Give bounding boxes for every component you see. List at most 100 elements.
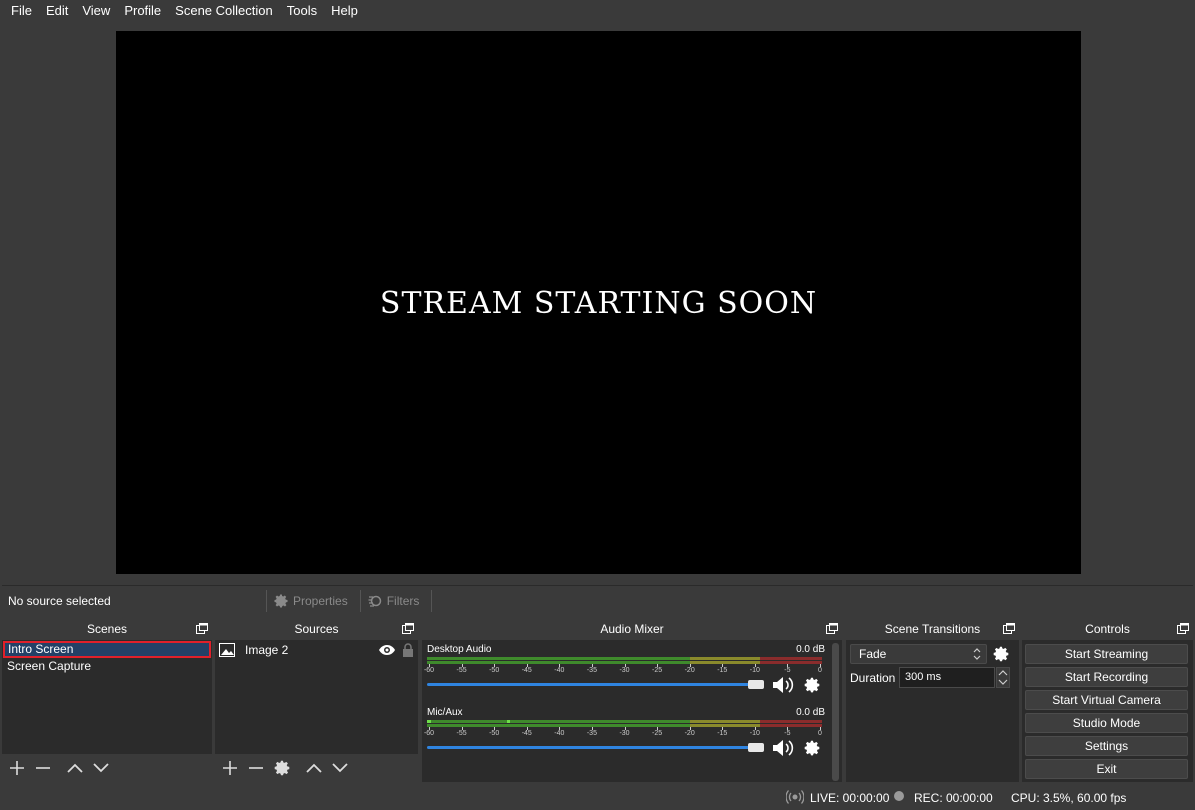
meter-tick <box>526 727 528 730</box>
meter-tick-label: -50 <box>489 730 500 737</box>
add-scene-button[interactable] <box>6 757 28 779</box>
scene-transitions-body: Fade Duration 300 ms <box>846 640 1019 782</box>
scenes-dock: Scenes Intro Screen Screen Capture <box>2 618 212 782</box>
properties-button[interactable]: Properties <box>273 593 348 609</box>
menu-scene-collection[interactable]: Scene Collection <box>168 0 280 22</box>
settings-button[interactable]: Settings <box>1025 736 1188 756</box>
meter-tick-label: 0 <box>818 730 822 737</box>
start-recording-button[interactable]: Start Recording <box>1025 667 1188 687</box>
image-icon <box>219 643 235 657</box>
speaker-icon[interactable] <box>771 738 795 758</box>
meter-tick-label: -45 <box>521 667 532 674</box>
meter-tick <box>624 727 626 730</box>
gear-icon[interactable] <box>803 739 821 757</box>
menu-edit[interactable]: Edit <box>39 0 75 22</box>
move-scene-up-button[interactable] <box>64 757 86 779</box>
move-source-up-button[interactable] <box>303 757 325 779</box>
meter-tick <box>494 664 496 667</box>
undock-icon[interactable] <box>402 623 414 634</box>
meter-scale: -60 -55 -50 -45 -40 -35 -30 -25 -20 -15 -10 -5 0 <box>424 727 822 739</box>
meter-tick <box>494 727 496 730</box>
preview-canvas[interactable]: STREAM STARTING SOON <box>116 31 1081 574</box>
undock-icon[interactable] <box>1003 623 1015 634</box>
transition-select[interactable]: Fade <box>850 644 987 664</box>
meter-tick-label: -45 <box>521 730 532 737</box>
divider <box>359 589 361 612</box>
plus-icon <box>223 761 237 775</box>
meter-tick <box>429 664 430 667</box>
chevron-up-icon <box>67 763 83 773</box>
start-virtual-camera-button[interactable]: Start Virtual Camera <box>1025 690 1188 710</box>
volume-fader-track[interactable] <box>427 683 757 686</box>
gear-icon[interactable] <box>803 676 821 694</box>
remove-scene-button[interactable] <box>32 757 54 779</box>
scene-transitions-dock: Scene Transitions Fade Duration 300 ms <box>846 618 1019 782</box>
audio-mixer-title: Audio Mixer <box>600 622 664 636</box>
lock-icon[interactable] <box>402 643 414 657</box>
meter-tick <box>689 664 691 667</box>
volume-meter <box>427 720 822 723</box>
undock-icon[interactable] <box>826 623 838 634</box>
studio-mode-button[interactable]: Studio Mode <box>1025 713 1188 733</box>
scene-item-screen-capture[interactable]: Screen Capture <box>2 658 212 675</box>
channel-db: 0.0 dB <box>796 707 825 718</box>
move-scene-down-button[interactable] <box>90 757 112 779</box>
undock-icon[interactable] <box>196 623 208 634</box>
meter-tick-label: -55 <box>456 667 467 674</box>
spinner-arrows-icon[interactable] <box>996 667 1010 688</box>
meter-tick-label: -40 <box>554 667 565 674</box>
sources-toolbar <box>215 754 418 782</box>
meter-tick <box>722 664 724 667</box>
menu-view[interactable]: View <box>75 0 117 22</box>
remove-source-button[interactable] <box>245 757 267 779</box>
filters-button[interactable]: Filters <box>367 593 419 609</box>
controls-body: Start Streaming Start Recording Start Vi… <box>1022 640 1193 782</box>
meter-tick-label: -30 <box>619 730 630 737</box>
chevron-down-icon <box>332 763 348 773</box>
exit-button[interactable]: Exit <box>1025 759 1188 779</box>
meter-tick <box>461 664 463 667</box>
scenes-list: Intro Screen Screen Capture <box>2 640 212 782</box>
meter-tick-label: -5 <box>784 730 791 737</box>
scene-item-intro-screen[interactable]: Intro Screen <box>3 641 211 658</box>
broadcast-icon <box>786 790 804 804</box>
source-properties-button[interactable] <box>271 757 293 779</box>
scenes-title: Scenes <box>86 622 128 636</box>
add-source-button[interactable] <box>219 757 241 779</box>
scenes-dock-title: Scenes <box>2 618 212 640</box>
meter-tick <box>559 664 561 667</box>
volume-fader-handle[interactable] <box>748 743 764 752</box>
menu-file[interactable]: File <box>4 0 39 22</box>
volume-fader-handle[interactable] <box>748 680 764 689</box>
volume-fader-track[interactable] <box>427 746 757 749</box>
meter-tick-label: -60 <box>423 667 435 674</box>
meter-tick-label: -5 <box>784 667 791 674</box>
speaker-icon[interactable] <box>771 675 795 695</box>
menu-help[interactable]: Help <box>324 0 365 22</box>
meter-tick <box>624 664 626 667</box>
eye-icon[interactable] <box>378 644 396 656</box>
menu-tools[interactable]: Tools <box>280 0 324 22</box>
source-item-image-2[interactable]: Image 2 <box>215 640 418 660</box>
meter-tick <box>591 727 593 730</box>
start-streaming-button[interactable]: Start Streaming <box>1025 644 1188 664</box>
meter-tick <box>754 727 756 730</box>
controls-dock-title: Controls <box>1022 618 1193 640</box>
meter-tick-label: -20 <box>684 730 695 737</box>
duration-input[interactable]: 300 ms <box>899 667 995 688</box>
move-source-down-button[interactable] <box>329 757 351 779</box>
source-label: Image 2 <box>245 643 289 657</box>
scenes-toolbar <box>2 754 212 782</box>
meter-tick-label: -50 <box>489 667 500 674</box>
meter-tick-label: -35 <box>586 667 597 674</box>
plus-icon <box>10 761 24 775</box>
gear-icon[interactable] <box>992 645 1010 663</box>
undock-icon[interactable] <box>1177 623 1189 634</box>
menu-profile[interactable]: Profile <box>117 0 168 22</box>
divider <box>266 589 267 612</box>
live-timer: LIVE: 00:00:00 <box>810 791 890 805</box>
meter-tick-label: -55 <box>456 730 467 737</box>
updown-arrows-icon <box>973 648 981 660</box>
scrollbar[interactable] <box>832 643 839 781</box>
sources-list: Image 2 <box>215 640 418 782</box>
